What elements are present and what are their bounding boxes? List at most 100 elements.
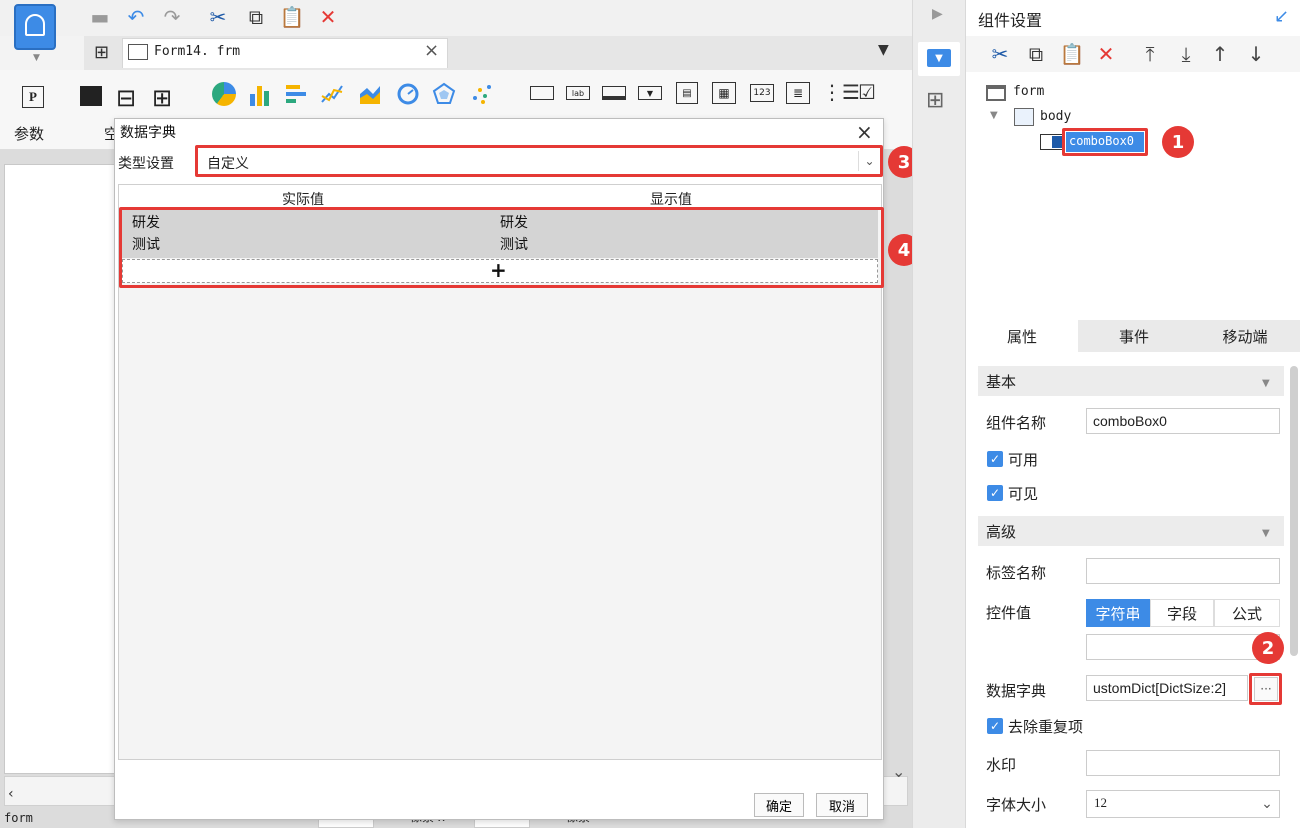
visible-label: 可见	[1008, 485, 1039, 503]
segment-formula[interactable]: 公式	[1214, 599, 1280, 627]
cell-display[interactable]: 测试	[500, 234, 528, 254]
cell-actual[interactable]: 研发	[132, 212, 160, 232]
button-widget-icon[interactable]	[530, 86, 554, 100]
close-icon[interactable]: ×	[856, 120, 873, 144]
chevron-down-icon[interactable]: ▼	[33, 53, 40, 63]
line-chart-icon[interactable]	[320, 82, 344, 106]
column-header-display: 显示值	[650, 192, 692, 208]
ok-button[interactable]: 确定	[754, 793, 804, 817]
tree-node-combobox[interactable]: comboBox0	[1066, 132, 1144, 152]
dedupe-label: 去除重复项	[1008, 718, 1084, 736]
radar-chart-icon[interactable]	[432, 82, 456, 106]
move-bottom-icon[interactable]: ⤓	[1172, 40, 1200, 68]
form-file-icon	[128, 44, 148, 60]
layout-icon[interactable]: ⊞	[926, 88, 944, 113]
side-strip	[912, 0, 966, 828]
cut-icon[interactable]: ✂	[204, 3, 232, 31]
callout-1: 1	[1162, 126, 1194, 158]
text-widget-icon[interactable]	[602, 86, 626, 100]
paste-icon[interactable]: 📋	[1058, 40, 1086, 68]
radio-group-icon[interactable]: ⋮☰	[822, 80, 860, 104]
tab-mobile[interactable]: 移动端	[1190, 320, 1300, 352]
app-logo-icon[interactable]	[14, 4, 56, 50]
vertical-scrollbar[interactable]	[1290, 366, 1298, 656]
cut-icon[interactable]: ✂	[986, 40, 1014, 68]
table-row[interactable]: 研发 研发	[122, 210, 878, 234]
horizontal-bar-icon[interactable]	[284, 82, 308, 106]
data-dict-input[interactable]: ustomDict[DictSize:2]	[1086, 675, 1248, 701]
scatter-chart-icon[interactable]	[470, 82, 494, 106]
delete-icon[interactable]: ✕	[1092, 40, 1120, 68]
chevron-down-icon[interactable]: ▼	[1262, 528, 1270, 539]
chevron-down-icon[interactable]: ⌄	[1256, 794, 1278, 814]
move-down-icon[interactable]: ↓	[1242, 40, 1270, 68]
cancel-button[interactable]: 取消	[816, 793, 868, 817]
redo-icon[interactable]: ↷	[158, 3, 186, 31]
table-layout-icon[interactable]: ⊞	[152, 84, 172, 112]
section-advanced[interactable]: 高级	[978, 516, 1284, 546]
paste-icon[interactable]: 📋	[278, 3, 306, 31]
enabled-label: 可用	[1008, 451, 1039, 469]
save-icon[interactable]: ▬	[86, 3, 114, 31]
form-widget-icon[interactable]: ▤	[676, 82, 698, 104]
copy-icon[interactable]: ⧉	[242, 3, 270, 31]
status-form-label: form	[4, 811, 33, 825]
split-layout-icon[interactable]: ⊟	[116, 84, 136, 112]
cell-actual[interactable]: 测试	[132, 234, 160, 254]
number-widget-icon[interactable]: 123	[750, 84, 774, 102]
chevron-left-icon[interactable]: ‹	[8, 786, 14, 802]
label-widget-icon[interactable]: lab	[566, 86, 590, 100]
segment-string[interactable]: 字符串	[1086, 599, 1150, 627]
component-name-label: 组件名称	[986, 414, 1047, 432]
table-row[interactable]: 测试 测试	[122, 234, 878, 258]
combobox-widget-icon[interactable]: ▼	[638, 86, 662, 100]
tab-properties[interactable]: 属性	[966, 320, 1078, 352]
chevron-down-icon[interactable]: ▼	[1262, 378, 1270, 389]
chevron-down-icon[interactable]: ⌄	[858, 151, 880, 171]
move-up-icon[interactable]: ↑	[1206, 40, 1234, 68]
font-size-select[interactable]	[1086, 790, 1280, 818]
area-chart-icon[interactable]	[358, 82, 382, 106]
chevron-down-icon[interactable]: ▼	[990, 110, 998, 121]
cell-display[interactable]: 研发	[500, 212, 528, 232]
bar-chart-icon[interactable]	[248, 82, 272, 106]
form-canvas[interactable]	[4, 164, 116, 774]
form-icon	[986, 85, 1006, 101]
segment-field[interactable]: 字段	[1150, 599, 1214, 627]
move-top-icon[interactable]: ⤒	[1136, 40, 1164, 68]
combobox-icon: ▼	[927, 49, 951, 67]
control-value-input[interactable]	[1086, 634, 1280, 660]
visible-checkbox[interactable]: ✓	[987, 485, 1003, 501]
tab-events[interactable]: 事件	[1080, 320, 1188, 352]
tree-node-body[interactable]: body	[1040, 109, 1071, 124]
pie-chart-icon[interactable]	[212, 82, 236, 106]
panel-title: 组件设置	[978, 11, 1043, 30]
section-basic[interactable]: 基本	[978, 366, 1284, 396]
grid-icon[interactable]: ⊞	[94, 42, 109, 63]
param-icon[interactable]: P	[22, 86, 44, 108]
watermark-input[interactable]	[1086, 750, 1280, 776]
textarea-widget-icon[interactable]: ≣	[786, 82, 810, 104]
component-name-input[interactable]: comboBox0	[1086, 408, 1280, 434]
tab-menu-icon[interactable]: ▼	[878, 42, 889, 58]
type-select[interactable]	[197, 147, 881, 175]
gauge-icon[interactable]	[396, 82, 420, 106]
enabled-checkbox[interactable]: ✓	[987, 451, 1003, 467]
tree-node-form[interactable]: form	[1013, 84, 1044, 99]
chevron-down-icon[interactable]: ⌄	[892, 762, 905, 781]
chevron-right-icon[interactable]: ▶	[932, 6, 943, 22]
label-name-label: 标签名称	[986, 564, 1047, 582]
close-icon[interactable]: ×	[424, 40, 439, 61]
tab-label: Form14. frm	[154, 44, 241, 59]
checkbox-group-icon[interactable]: ☑	[858, 80, 876, 104]
copy-icon[interactable]: ⧉	[1022, 40, 1050, 68]
absolute-layout-icon[interactable]	[80, 86, 102, 106]
label-name-input[interactable]	[1086, 558, 1280, 584]
delete-icon[interactable]: ✕	[314, 3, 342, 31]
dedupe-checkbox[interactable]: ✓	[987, 718, 1003, 734]
calendar-widget-icon[interactable]: ▦	[712, 82, 736, 104]
type-setting-label: 类型设置	[118, 156, 174, 172]
collapse-icon[interactable]: ↙	[1274, 6, 1289, 27]
undo-icon[interactable]: ↶	[122, 3, 150, 31]
more-icon[interactable]: ···	[1254, 677, 1278, 701]
